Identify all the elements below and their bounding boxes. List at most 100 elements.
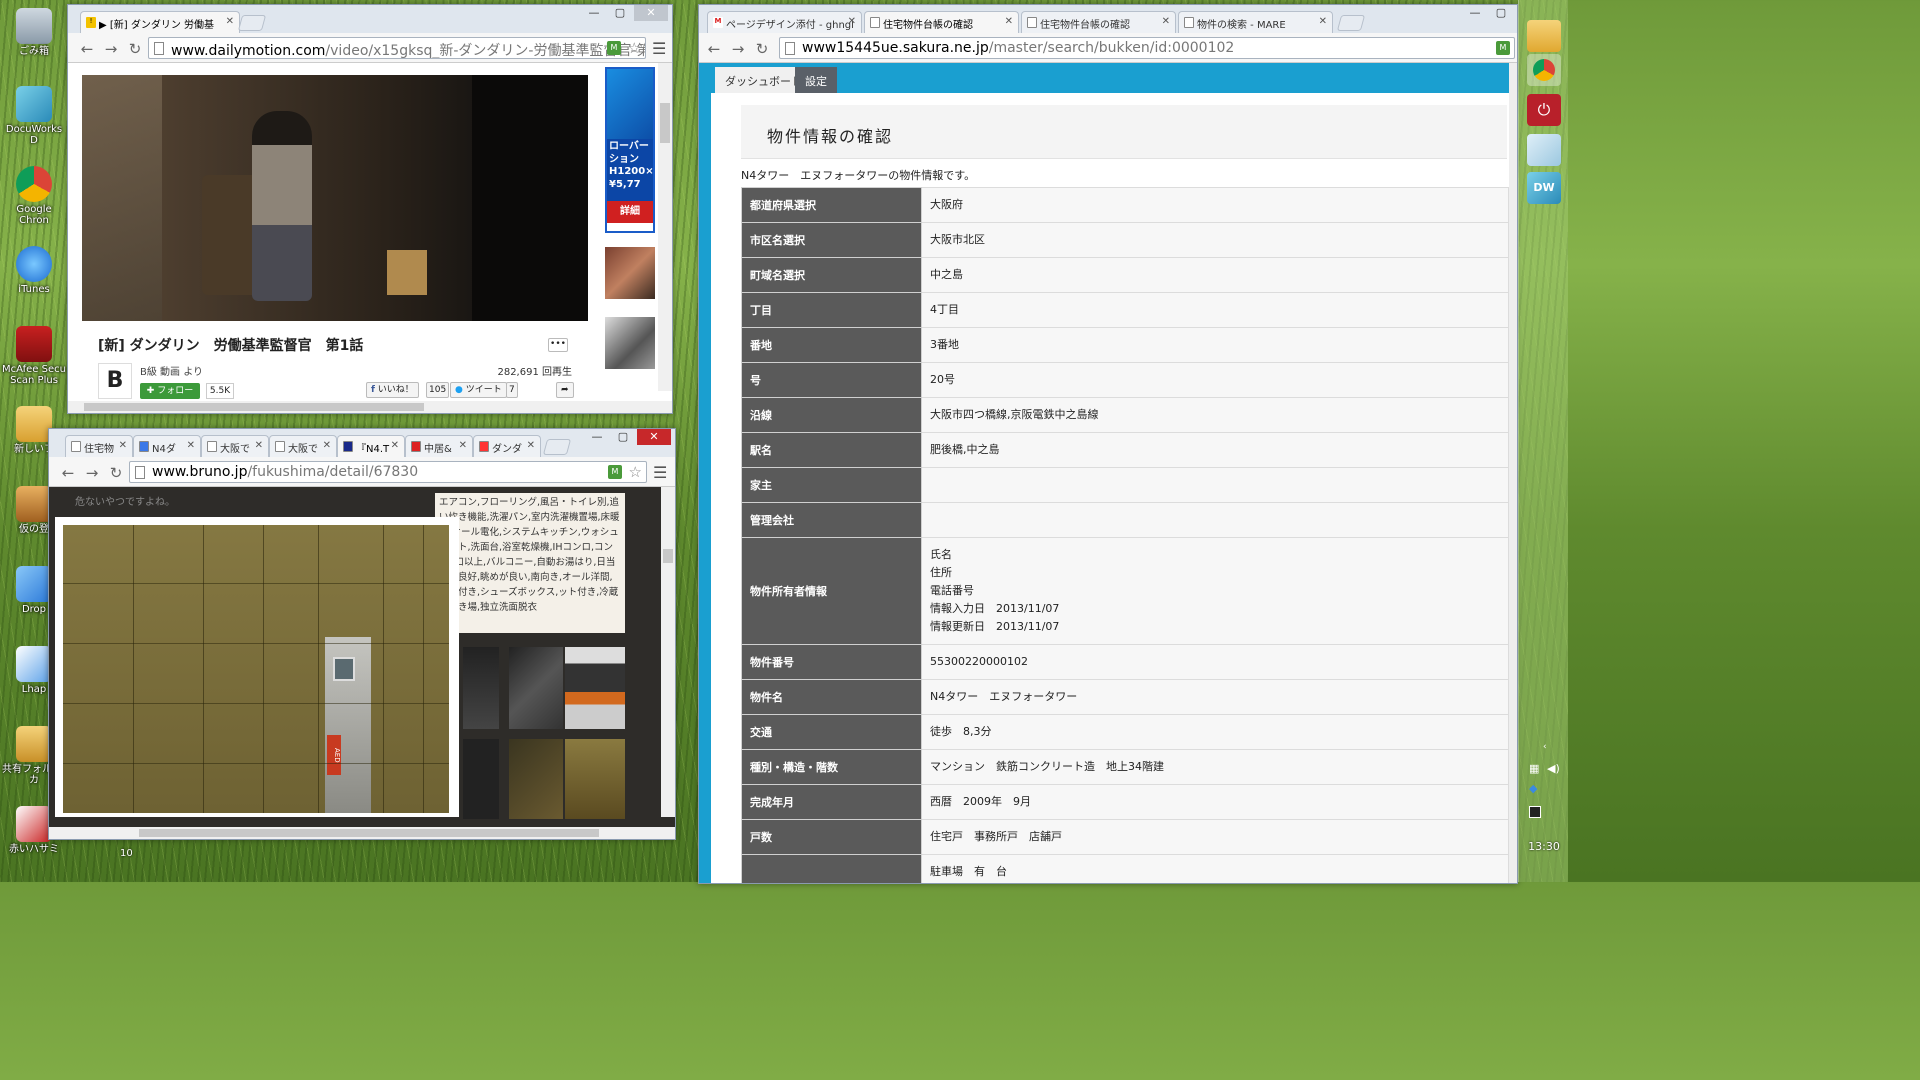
new-tab-button[interactable] — [1336, 15, 1366, 31]
close-tab-icon[interactable]: ✕ — [226, 16, 234, 27]
gallery-thumb[interactable] — [463, 739, 499, 819]
nav-settings[interactable]: 設定 — [795, 67, 837, 93]
back-arrow-icon[interactable]: ← — [59, 464, 77, 482]
browser-tab[interactable]: 中居& ✕ — [405, 435, 473, 457]
browser-tab[interactable]: 『N4.T ✕ — [337, 435, 405, 457]
browser-tab[interactable]: 大阪で ✕ — [269, 435, 337, 457]
docuworks-icon[interactable]: DW — [1527, 172, 1561, 204]
close-tab-icon[interactable]: ✕ — [527, 440, 535, 451]
browser-tab[interactable]: 大阪で ✕ — [201, 435, 269, 457]
browser-tab[interactable]: 住宅物件台帳の確認 ✕ — [1021, 11, 1176, 33]
scrollbar-thumb[interactable] — [84, 403, 424, 411]
address-bar[interactable]: www.bruno.jp/fukushima/detail/67830 M ☆ — [129, 461, 647, 483]
desktop-icon[interactable]: iTunes — [2, 246, 66, 295]
tab-dailymotion[interactable]: ! ▶ [新] ダンダリン 労働基 ✕ — [80, 11, 240, 33]
related-video-thumb[interactable] — [605, 317, 655, 369]
gallery-thumb[interactable] — [463, 647, 499, 729]
tray-arrow-icon[interactable]: ‹ — [1543, 742, 1547, 752]
main-photo[interactable]: AED — [55, 517, 459, 817]
close-button[interactable]: ✕ — [634, 5, 668, 21]
reload-icon[interactable]: ↻ — [753, 40, 771, 58]
follow-button[interactable]: ✚ フォロー — [140, 383, 200, 399]
more-button[interactable]: ••• — [548, 338, 568, 352]
ad-detail-button[interactable]: 詳細 — [607, 201, 653, 223]
forward-arrow-icon[interactable]: → — [83, 464, 101, 482]
close-tab-icon[interactable]: ✕ — [119, 440, 127, 451]
menu-icon[interactable]: ☰ — [652, 39, 666, 58]
extension-icon[interactable]: M — [1496, 41, 1510, 55]
video-player[interactable] — [82, 75, 588, 321]
gallery-thumb[interactable] — [565, 739, 625, 819]
close-tab-icon[interactable]: ✕ — [255, 440, 263, 451]
extension-icon[interactable]: M — [607, 41, 621, 55]
horizontal-scrollbar[interactable] — [49, 827, 675, 839]
close-tab-icon[interactable]: ✕ — [459, 440, 467, 451]
forward-arrow-icon[interactable]: → — [102, 40, 120, 58]
network-icon[interactable]: ▦ — [1529, 762, 1539, 775]
browser-tab[interactable]: M ページデザイン添付 - ghngl ✕ — [707, 11, 862, 33]
vertical-scrollbar[interactable] — [1509, 63, 1517, 883]
related-video-thumb[interactable] — [605, 247, 655, 299]
desktop-icon[interactable]: McAfee Secu Scan Plus — [2, 326, 66, 386]
volume-icon[interactable]: ◀) — [1547, 762, 1560, 775]
file-explorer-icon[interactable] — [1527, 20, 1561, 52]
menu-icon[interactable]: ☰ — [653, 463, 667, 482]
close-tab-icon[interactable]: ✕ — [1162, 16, 1170, 27]
minimize-button[interactable]: — — [585, 429, 609, 445]
close-tab-icon[interactable]: ✕ — [187, 440, 195, 451]
power-icon[interactable]: ⏻ — [1527, 94, 1561, 126]
close-tab-icon[interactable]: ✕ — [848, 16, 856, 27]
chrome-icon[interactable] — [1527, 54, 1561, 86]
new-tab-button[interactable] — [542, 439, 572, 455]
close-button[interactable]: ✕ — [637, 429, 671, 445]
address-bar[interactable]: www15445ue.sakura.ne.jp/master/search/bu… — [779, 37, 1515, 59]
vertical-scrollbar[interactable] — [661, 487, 675, 817]
scrollbar-thumb[interactable] — [660, 103, 670, 143]
bookmark-star-icon[interactable]: ☆ — [628, 39, 641, 57]
desktop-icon[interactable]: Google Chron — [2, 166, 66, 226]
channel-name[interactable]: B級 動画 より — [140, 363, 203, 378]
notes-icon[interactable] — [1527, 134, 1561, 166]
back-arrow-icon[interactable]: ← — [78, 40, 96, 58]
channel-avatar[interactable]: B — [98, 363, 132, 399]
shield-icon[interactable]: ◆ — [1529, 782, 1537, 795]
vertical-scrollbar[interactable] — [658, 63, 672, 391]
maximize-button[interactable]: ▢ — [611, 429, 635, 445]
close-tab-icon[interactable]: ✕ — [323, 440, 331, 451]
reload-icon[interactable]: ↻ — [107, 464, 125, 482]
gallery-thumb[interactable] — [509, 739, 563, 819]
bookmark-star-icon[interactable]: ☆ — [629, 463, 642, 481]
close-tab-icon[interactable]: ✕ — [391, 440, 399, 451]
browser-tab[interactable]: ダンダ ✕ — [473, 435, 541, 457]
minimize-button[interactable]: — — [1463, 5, 1487, 21]
back-arrow-icon[interactable]: ← — [705, 40, 723, 58]
maximize-button[interactable]: ▢ — [1489, 5, 1513, 21]
gallery-thumb[interactable] — [565, 647, 625, 729]
maximize-button[interactable]: ▢ — [608, 5, 632, 21]
tweet-button[interactable]: ● ツイート — [450, 382, 507, 398]
browser-tab[interactable]: N4ダ ✕ — [133, 435, 201, 457]
browser-tab[interactable]: 住宅物件台帳の確認 ✕ — [864, 11, 1019, 33]
forward-arrow-icon[interactable]: → — [729, 40, 747, 58]
photo-atm — [325, 637, 371, 813]
new-tab-button[interactable] — [237, 15, 267, 31]
extension-icon[interactable]: M — [608, 465, 622, 479]
tray-app-icon[interactable] — [1529, 806, 1541, 818]
browser-tab[interactable]: 住宅物 ✕ — [65, 435, 133, 457]
scrollbar-thumb[interactable] — [663, 549, 673, 563]
like-button[interactable]: f いいね！ — [366, 382, 419, 398]
address-bar[interactable]: www.dailymotion.com/video/x15gksq_新-ダンダリ… — [148, 37, 646, 59]
share-icon[interactable]: ➦ — [556, 382, 574, 398]
reload-icon[interactable]: ↻ — [126, 40, 144, 58]
minimize-button[interactable]: — — [582, 5, 606, 21]
close-tab-icon[interactable]: ✕ — [1005, 16, 1013, 27]
close-tab-icon[interactable]: ✕ — [1319, 16, 1327, 27]
desktop-icon[interactable]: ごみ箱 — [2, 8, 66, 57]
ad-banner[interactable]: ローバー ション H1200×W ¥5,77 詳細 — [605, 67, 655, 233]
desktop-icon[interactable]: DocuWorks D — [2, 86, 66, 146]
scrollbar-thumb[interactable] — [139, 829, 599, 837]
horizontal-scrollbar[interactable] — [68, 401, 672, 413]
browser-tab[interactable]: 物件の検索 - MARE ✕ — [1178, 11, 1333, 33]
clock[interactable]: 13:30 — [1519, 840, 1569, 853]
gallery-thumb[interactable] — [509, 647, 563, 729]
